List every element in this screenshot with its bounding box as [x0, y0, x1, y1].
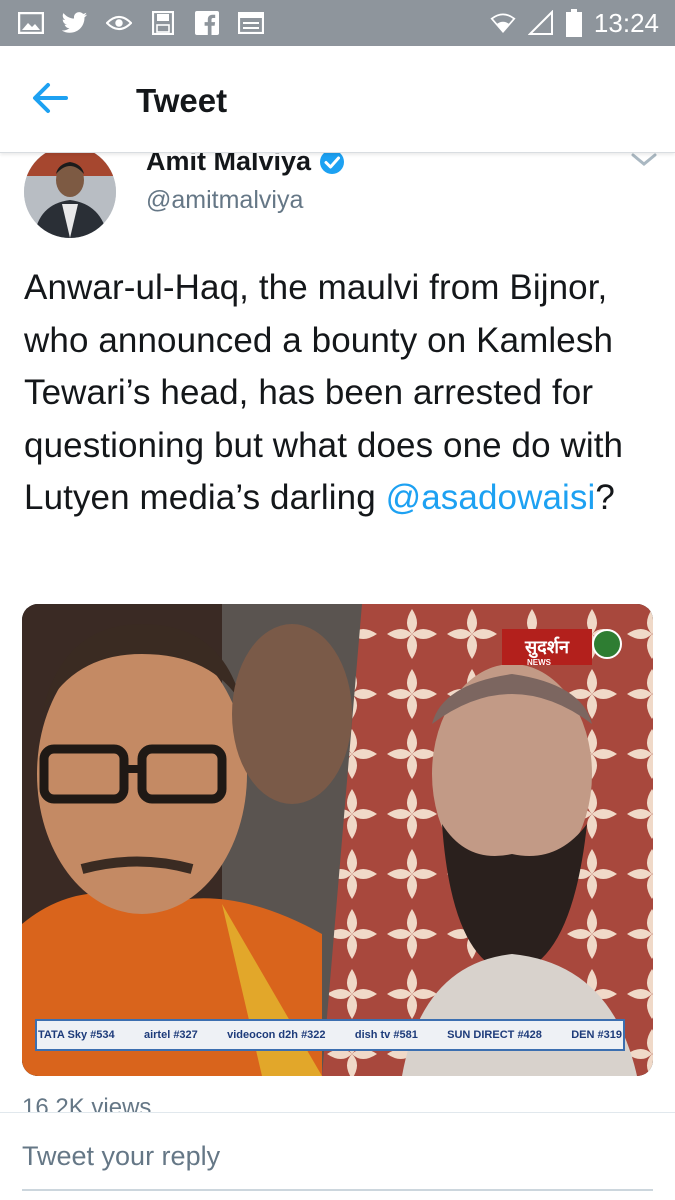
mention-link[interactable]: @asadowaisi: [386, 478, 596, 517]
tweet-text: Anwar-ul-Haq, the maulvi from Bijnor, wh…: [24, 262, 654, 525]
ticker-item: SUN DIRECT #428: [447, 1029, 542, 1041]
app-bar: Tweet: [0, 46, 675, 153]
channel-sub-label: NEWS: [527, 658, 551, 667]
battery-icon: [565, 9, 582, 37]
views-count[interactable]: 16.2K views: [22, 1094, 151, 1112]
ticker-item: dish tv #581: [354, 1029, 418, 1041]
avatar[interactable]: [24, 146, 116, 238]
channel-logo: सुदर्शन: [524, 636, 570, 659]
status-bar: 13:24: [0, 0, 675, 46]
save-icon: [150, 10, 176, 36]
ticker-strip: TATA Sky #534 airtel #327 videocon d2h #…: [38, 1022, 622, 1048]
tweet-media-image[interactable]: सुदर्शन TATA Sky #534 airtel #327 videoc…: [22, 604, 653, 1076]
news-icon: [238, 10, 264, 36]
clock-time: 13:24: [593, 7, 659, 38]
chevron-down-icon[interactable]: [630, 152, 658, 168]
ticker-item: DEN #319: [571, 1029, 622, 1041]
page-title: Tweet: [136, 82, 228, 119]
reply-bar: Tweet your reply: [0, 1113, 675, 1200]
eye-icon: [106, 10, 132, 36]
twitter-bird-icon: [62, 10, 88, 36]
ticker-item: airtel #327: [143, 1029, 198, 1041]
image-icon: [18, 10, 44, 36]
tweet-header: Amit Malviya @amitmalviya: [0, 146, 675, 242]
facebook-icon: [194, 10, 220, 36]
wifi-icon: [490, 10, 516, 36]
arrow-left-icon[interactable]: [30, 80, 80, 120]
ticker-item: videocon d2h #322: [227, 1029, 326, 1041]
author-handle[interactable]: @amitmalviya: [146, 186, 303, 215]
ticker-item: TATA Sky #534: [38, 1029, 115, 1041]
tweet-text-end: ?: [595, 478, 615, 517]
signal-icon: [527, 10, 554, 36]
reply-underline: [22, 1189, 653, 1191]
reply-input[interactable]: Tweet your reply: [22, 1141, 220, 1172]
